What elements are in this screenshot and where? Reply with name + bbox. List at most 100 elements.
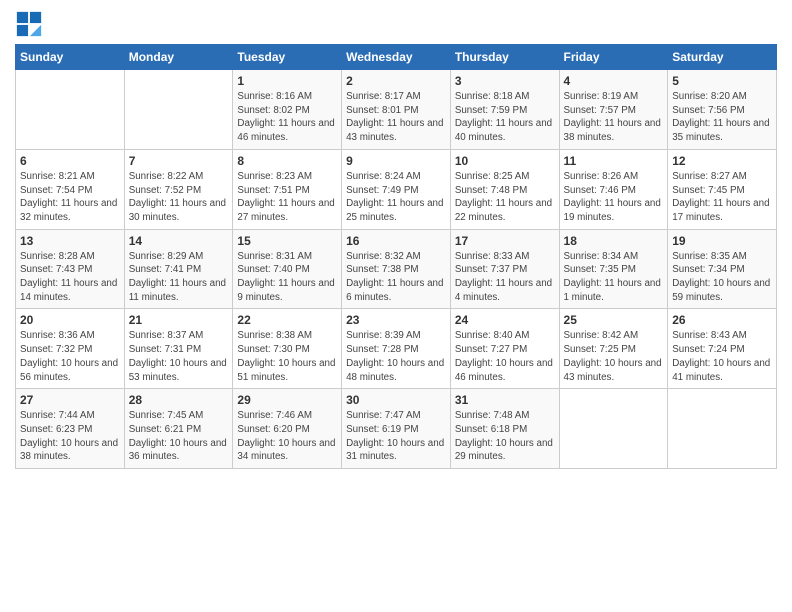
day-number: 15 <box>237 234 337 248</box>
day-info: Sunrise: 8:34 AM Sunset: 7:35 PM Dayligh… <box>564 250 664 305</box>
calendar-week-5: 27 Sunrise: 7:44 AM Sunset: 6:23 PM Dayli… <box>16 389 777 469</box>
day-number: 21 <box>129 313 229 327</box>
header-sunday: Sunday <box>16 45 125 70</box>
day-info: Sunrise: 8:40 AM Sunset: 7:27 PM Dayligh… <box>455 329 555 384</box>
day-number: 14 <box>129 234 229 248</box>
calendar-table: Sunday Monday Tuesday Wednesday Thursday… <box>15 44 777 469</box>
calendar-body: 1 Sunrise: 8:16 AM Sunset: 8:02 PM Daylig… <box>16 70 777 469</box>
calendar-cell <box>559 389 668 469</box>
day-number: 22 <box>237 313 337 327</box>
day-number: 10 <box>455 154 555 168</box>
calendar-cell: 20 Sunrise: 8:36 AM Sunset: 7:32 PM Dayli… <box>16 309 125 389</box>
calendar-cell: 12 Sunrise: 8:27 AM Sunset: 7:45 PM Dayli… <box>668 149 777 229</box>
day-number: 12 <box>672 154 772 168</box>
calendar-cell: 29 Sunrise: 7:46 AM Sunset: 6:20 PM Dayli… <box>233 389 342 469</box>
calendar-cell: 8Sunrise: 8:23 AM Sunset: 7:51 PM Daylig… <box>233 149 342 229</box>
calendar-cell: 21 Sunrise: 8:37 AM Sunset: 7:31 PM Dayli… <box>124 309 233 389</box>
calendar-cell: 15 Sunrise: 8:31 AM Sunset: 7:40 PM Dayli… <box>233 229 342 309</box>
day-info: Sunrise: 8:27 AM Sunset: 7:45 PM Dayligh… <box>672 170 772 225</box>
day-info: Sunrise: 8:19 AM Sunset: 7:57 PM Dayligh… <box>564 90 664 145</box>
day-number: 26 <box>672 313 772 327</box>
calendar-cell: 26 Sunrise: 8:43 AM Sunset: 7:24 PM Dayli… <box>668 309 777 389</box>
header-friday: Friday <box>559 45 668 70</box>
calendar-cell: 7 Sunrise: 8:22 AM Sunset: 7:52 PM Daylig… <box>124 149 233 229</box>
day-info: Sunrise: 8:37 AM Sunset: 7:31 PM Dayligh… <box>129 329 229 384</box>
calendar-cell: 16Sunrise: 8:32 AM Sunset: 7:38 PM Dayli… <box>342 229 451 309</box>
header-saturday: Saturday <box>668 45 777 70</box>
day-info: Sunrise: 8:29 AM Sunset: 7:41 PM Dayligh… <box>129 250 229 305</box>
calendar-cell: 18 Sunrise: 8:34 AM Sunset: 7:35 PM Dayli… <box>559 229 668 309</box>
calendar-cell: 27 Sunrise: 7:44 AM Sunset: 6:23 PM Dayli… <box>16 389 125 469</box>
day-info: Sunrise: 7:46 AM Sunset: 6:20 PM Dayligh… <box>237 409 337 464</box>
day-info: Sunrise: 8:25 AM Sunset: 7:48 PM Dayligh… <box>455 170 555 225</box>
logo <box>15 10 47 38</box>
day-number: 20 <box>20 313 120 327</box>
day-info: Sunrise: 7:44 AM Sunset: 6:23 PM Dayligh… <box>20 409 120 464</box>
day-number: 19 <box>672 234 772 248</box>
calendar-cell: 31 Sunrise: 7:48 AM Sunset: 6:18 PM Dayli… <box>450 389 559 469</box>
day-info: Sunrise: 8:20 AM Sunset: 7:56 PM Dayligh… <box>672 90 772 145</box>
day-info: Sunrise: 8:22 AM Sunset: 7:52 PM Dayligh… <box>129 170 229 225</box>
day-number: 7 <box>129 154 229 168</box>
day-info: Sunrise: 8:16 AM Sunset: 8:02 PM Dayligh… <box>237 90 337 145</box>
day-info: Sunrise: 8:35 AM Sunset: 7:34 PM Dayligh… <box>672 250 772 305</box>
header-wednesday: Wednesday <box>342 45 451 70</box>
day-number: 13 <box>20 234 120 248</box>
calendar-cell: 28Sunrise: 7:45 AM Sunset: 6:21 PM Dayli… <box>124 389 233 469</box>
day-info: Sunrise: 8:21 AM Sunset: 7:54 PM Dayligh… <box>20 170 120 225</box>
day-info: Sunrise: 8:38 AM Sunset: 7:30 PM Dayligh… <box>237 329 337 384</box>
day-info: Sunrise: 8:36 AM Sunset: 7:32 PM Dayligh… <box>20 329 120 384</box>
calendar-header: Sunday Monday Tuesday Wednesday Thursday… <box>16 45 777 70</box>
day-info: Sunrise: 8:42 AM Sunset: 7:25 PM Dayligh… <box>564 329 664 384</box>
day-info: Sunrise: 8:28 AM Sunset: 7:43 PM Dayligh… <box>20 250 120 305</box>
calendar-cell: 30 Sunrise: 7:47 AM Sunset: 6:19 PM Dayli… <box>342 389 451 469</box>
day-info: Sunrise: 8:43 AM Sunset: 7:24 PM Dayligh… <box>672 329 772 384</box>
calendar-cell: 6 Sunrise: 8:21 AM Sunset: 7:54 PM Daylig… <box>16 149 125 229</box>
calendar-cell: 17 Sunrise: 8:33 AM Sunset: 7:37 PM Dayli… <box>450 229 559 309</box>
day-info: Sunrise: 8:32 AM Sunset: 7:38 PM Dayligh… <box>346 250 446 305</box>
day-number: 1 <box>237 74 337 88</box>
header-thursday: Thursday <box>450 45 559 70</box>
day-number: 4 <box>564 74 664 88</box>
calendar-cell: 2 Sunrise: 8:17 AM Sunset: 8:01 PM Daylig… <box>342 70 451 150</box>
day-number: 31 <box>455 393 555 407</box>
day-number: 28 <box>129 393 229 407</box>
day-info: Sunrise: 8:18 AM Sunset: 7:59 PM Dayligh… <box>455 90 555 145</box>
calendar-cell: 19 Sunrise: 8:35 AM Sunset: 7:34 PM Dayli… <box>668 229 777 309</box>
calendar-cell: 23Sunrise: 8:39 AM Sunset: 7:28 PM Dayli… <box>342 309 451 389</box>
page-header <box>15 10 777 38</box>
day-number: 11 <box>564 154 664 168</box>
calendar-cell <box>668 389 777 469</box>
day-number: 6 <box>20 154 120 168</box>
day-info: Sunrise: 8:17 AM Sunset: 8:01 PM Dayligh… <box>346 90 446 145</box>
calendar-cell: 13 Sunrise: 8:28 AM Sunset: 7:43 PM Dayli… <box>16 229 125 309</box>
day-number: 5 <box>672 74 772 88</box>
day-info: Sunrise: 7:48 AM Sunset: 6:18 PM Dayligh… <box>455 409 555 464</box>
calendar-week-2: 6 Sunrise: 8:21 AM Sunset: 7:54 PM Daylig… <box>16 149 777 229</box>
calendar-cell: 24Sunrise: 8:40 AM Sunset: 7:27 PM Dayli… <box>450 309 559 389</box>
day-number: 3 <box>455 74 555 88</box>
day-info: Sunrise: 8:31 AM Sunset: 7:40 PM Dayligh… <box>237 250 337 305</box>
day-number: 29 <box>237 393 337 407</box>
calendar-cell: 1 Sunrise: 8:16 AM Sunset: 8:02 PM Daylig… <box>233 70 342 150</box>
day-info: Sunrise: 8:26 AM Sunset: 7:46 PM Dayligh… <box>564 170 664 225</box>
day-number: 9 <box>346 154 446 168</box>
day-info: Sunrise: 8:39 AM Sunset: 7:28 PM Dayligh… <box>346 329 446 384</box>
calendar-cell: 14 Sunrise: 8:29 AM Sunset: 7:41 PM Dayli… <box>124 229 233 309</box>
day-info: Sunrise: 8:33 AM Sunset: 7:37 PM Dayligh… <box>455 250 555 305</box>
calendar-cell: 4 Sunrise: 8:19 AM Sunset: 7:57 PM Daylig… <box>559 70 668 150</box>
day-info: Sunrise: 8:24 AM Sunset: 7:49 PM Dayligh… <box>346 170 446 225</box>
day-number: 25 <box>564 313 664 327</box>
header-tuesday: Tuesday <box>233 45 342 70</box>
header-row: Sunday Monday Tuesday Wednesday Thursday… <box>16 45 777 70</box>
day-number: 18 <box>564 234 664 248</box>
calendar-cell: 22 Sunrise: 8:38 AM Sunset: 7:30 PM Dayli… <box>233 309 342 389</box>
day-number: 2 <box>346 74 446 88</box>
day-number: 17 <box>455 234 555 248</box>
day-number: 30 <box>346 393 446 407</box>
day-number: 27 <box>20 393 120 407</box>
calendar-week-3: 13 Sunrise: 8:28 AM Sunset: 7:43 PM Dayli… <box>16 229 777 309</box>
calendar-cell <box>124 70 233 150</box>
day-number: 8 <box>237 154 337 168</box>
day-info: Sunrise: 7:47 AM Sunset: 6:19 PM Dayligh… <box>346 409 446 464</box>
